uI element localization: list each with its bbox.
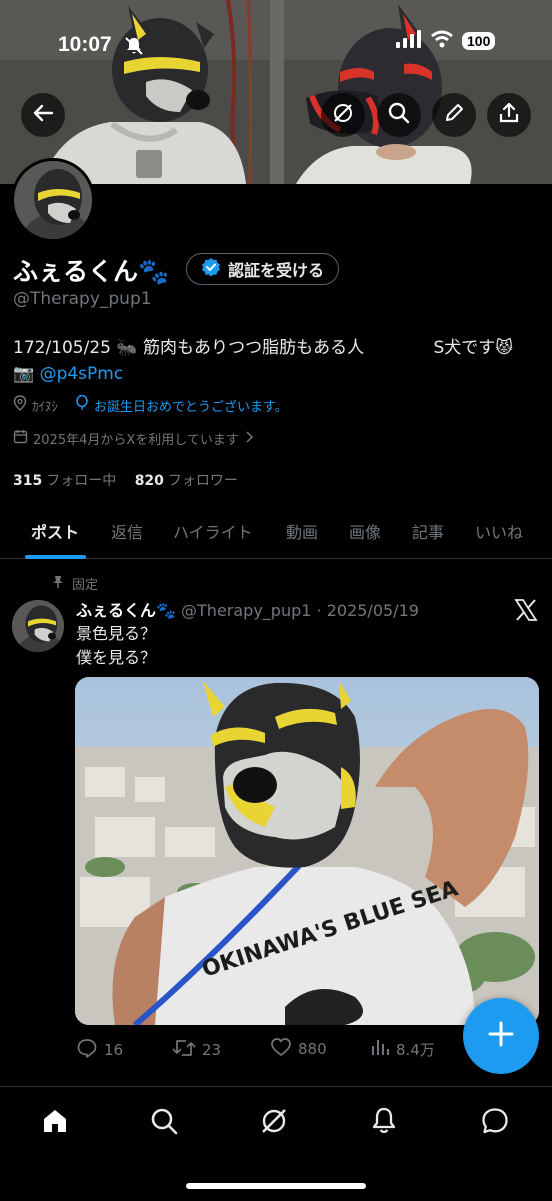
balloon-icon xyxy=(75,394,89,415)
share-icon xyxy=(498,102,520,128)
post-text: 景色見る？ 僕を見る？ xyxy=(76,622,156,670)
bell-icon xyxy=(369,1106,399,1140)
wifi-icon xyxy=(430,30,454,52)
followers-label: フォロワー xyxy=(167,473,238,489)
pinned-label: 固定 xyxy=(72,578,99,593)
chevron-right-icon xyxy=(244,430,254,447)
views-count: 8.4万 xyxy=(396,1040,435,1059)
edit-profile-button[interactable] xyxy=(432,93,476,137)
grok-icon xyxy=(259,1106,289,1140)
grok-button[interactable] xyxy=(321,93,365,137)
post-header: ふぇるくん🐾 @Therapy_pup1 · 2025/05/19 xyxy=(76,597,419,621)
post-photo: OKINAWA'S BLUE SEA xyxy=(75,677,539,1025)
nav-grok[interactable] xyxy=(256,1105,292,1141)
post-author-avatar[interactable] xyxy=(12,600,64,652)
reply-action[interactable]: 16 xyxy=(76,1037,123,1063)
location-pin-icon xyxy=(13,395,27,415)
tab-articles[interactable]: 記事 xyxy=(412,519,444,543)
back-button[interactable] xyxy=(21,93,65,137)
reply-count: 16 xyxy=(104,1041,124,1059)
like-action[interactable]: 880 xyxy=(270,1037,327,1061)
nav-messages[interactable] xyxy=(477,1105,513,1141)
nav-search[interactable] xyxy=(146,1105,182,1141)
heart-icon xyxy=(270,1037,292,1061)
follow-stats: 315 フォロー中 820 フォロワー xyxy=(13,470,238,490)
edit-pencil-icon xyxy=(443,102,465,128)
post-text-line-2: 僕を見る？ xyxy=(76,648,157,667)
profile-bio: 172/105/25 🐜 筋肉もありつつ脂肪もある人 S犬です😾 📷 @p4sP… xyxy=(13,335,513,387)
home-icon xyxy=(40,1106,70,1140)
signal-icon xyxy=(396,30,422,52)
post-date[interactable]: · 2025/05/19 xyxy=(317,601,419,620)
get-verified-button[interactable]: 認証を受ける xyxy=(186,253,340,285)
search-icon xyxy=(388,102,410,128)
get-verified-label: 認証を受ける xyxy=(228,261,325,280)
x-logo-icon xyxy=(514,598,538,626)
like-count: 880 xyxy=(298,1040,327,1058)
pin-icon xyxy=(52,575,64,593)
calendar-icon xyxy=(13,429,28,448)
profile-joined: 2025年4月からXを利用しています xyxy=(33,433,239,448)
profile-meta-location-row: ｶｲﾇｼ お誕生日おめでとうございます。 xyxy=(13,394,288,415)
tab-highlights[interactable]: ハイライト xyxy=(173,519,253,543)
repost-action[interactable]: 23 xyxy=(172,1037,221,1063)
camera-emoji: 📷 xyxy=(13,364,40,384)
profile-location: ｶｲﾇｼ xyxy=(32,399,58,415)
post-author-handle[interactable]: @Therapy_pup1 xyxy=(181,601,311,620)
profile-avatar[interactable] xyxy=(11,158,95,242)
bio-mention-link[interactable]: @p4sPmc xyxy=(40,364,124,384)
following-label: フォロー中 xyxy=(46,473,117,489)
verified-badge-icon xyxy=(201,257,221,281)
status-icons: 100 xyxy=(396,30,496,52)
tab-replies[interactable]: 返信 xyxy=(111,519,143,543)
views-chart-icon xyxy=(370,1037,390,1061)
share-button[interactable] xyxy=(487,93,531,137)
active-tab-indicator xyxy=(25,555,86,559)
followers-link[interactable]: 820 フォロワー xyxy=(135,473,238,489)
compose-post-button[interactable] xyxy=(463,998,539,1074)
tab-videos[interactable]: 動画 xyxy=(286,519,318,543)
post-text-line-1: 景色見る？ xyxy=(76,624,157,643)
profile-birthday[interactable]: お誕生日おめでとうございます。 xyxy=(94,396,288,415)
profile-display-name: ふぇるくん🐾 xyxy=(13,257,170,286)
pinned-indicator: 固定 xyxy=(52,574,98,593)
tab-images[interactable]: 画像 xyxy=(349,519,381,543)
post-image[interactable]: OKINAWA'S BLUE SEA xyxy=(75,677,539,1025)
profile-handle: @Therapy_pup1 xyxy=(13,289,152,309)
repost-icon xyxy=(172,1037,196,1063)
followers-count: 820 xyxy=(134,473,164,489)
profile-joined-row[interactable]: 2025年4月からXを利用しています xyxy=(13,429,254,448)
views-action[interactable]: 8.4万 xyxy=(370,1037,435,1061)
chat-bubble-icon xyxy=(480,1106,510,1140)
status-bar: 10:07 100 xyxy=(0,0,552,80)
nav-home[interactable] xyxy=(37,1105,73,1141)
following-count: 315 xyxy=(13,473,43,489)
repost-count: 23 xyxy=(202,1041,222,1059)
mute-bell-icon xyxy=(124,36,144,60)
search-button[interactable] xyxy=(377,93,421,137)
tab-likes[interactable]: いいね xyxy=(475,519,523,543)
plus-icon xyxy=(487,1020,515,1052)
grok-icon xyxy=(331,101,355,129)
tab-posts[interactable]: ポスト xyxy=(31,519,79,543)
profile-tabs: ポスト 返信 ハイライト 動画 画像 記事 いいね xyxy=(0,505,552,559)
home-indicator[interactable] xyxy=(186,1183,366,1189)
battery-indicator: 100 xyxy=(462,32,496,50)
reply-icon xyxy=(76,1037,98,1063)
post-author-name[interactable]: ふぇるくん🐾 xyxy=(76,601,176,620)
status-time: 10:07 xyxy=(58,33,112,56)
search-icon xyxy=(149,1106,179,1140)
following-link[interactable]: 315 フォロー中 xyxy=(13,473,116,489)
nav-notifications[interactable] xyxy=(366,1105,402,1141)
bio-line-1-right: S犬です😾 xyxy=(433,338,513,358)
bio-line-1: 172/105/25 🐜 筋肉もありつつ脂肪もある人 xyxy=(13,338,365,358)
back-arrow-icon xyxy=(32,102,54,128)
